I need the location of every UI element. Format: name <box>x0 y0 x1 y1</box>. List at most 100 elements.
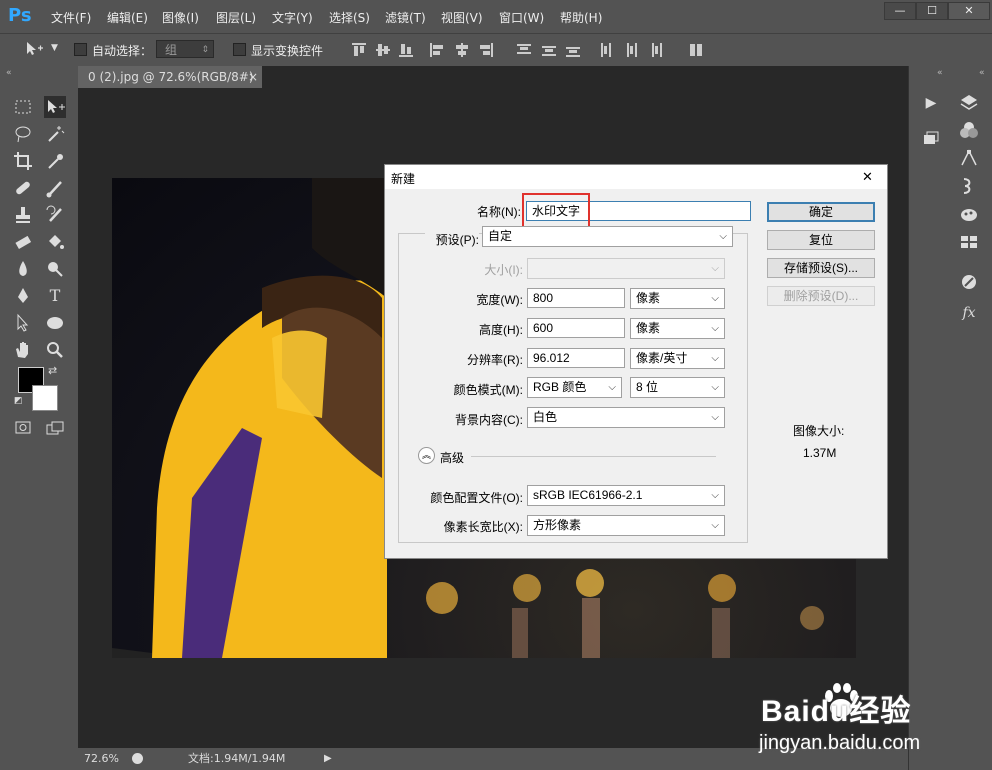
swap-colors-icon[interactable]: ⇄ <box>48 364 57 377</box>
expand-panels-icon-2[interactable]: « <box>979 68 985 78</box>
blur-tool-icon[interactable] <box>12 258 34 280</box>
pixel-aspect-select[interactable]: 方形像素 ⌵ <box>527 515 725 536</box>
chevron-down-icon: ⌵ <box>711 323 719 334</box>
distribute-vcenter-icon[interactable] <box>542 43 556 57</box>
color-palette-icon[interactable] <box>957 204 981 226</box>
history-icon[interactable] <box>919 130 943 152</box>
chevron-down-icon: ⌵ <box>711 490 719 501</box>
move-tool-preset-icon[interactable] <box>22 38 44 60</box>
width-label: 宽度(W): <box>476 293 523 307</box>
minimize-button[interactable]: — <box>884 2 916 20</box>
background-color-swatch[interactable] <box>32 385 58 411</box>
watermark-url: jingyan.baidu.com <box>759 732 921 754</box>
play-action-icon[interactable]: ▶ <box>919 92 943 114</box>
background-contents-select[interactable]: 白色 ⌵ <box>527 407 725 428</box>
clone-stamp-tool-icon[interactable] <box>12 204 34 226</box>
zoom-tool-icon[interactable] <box>44 339 66 361</box>
menu-filter[interactable]: 滤镜(T) <box>385 9 426 26</box>
paths-icon[interactable] <box>957 148 981 170</box>
preset-select[interactable]: 自定 ⌵ <box>482 226 733 247</box>
auto-select-combo[interactable]: 组 ⇕ <box>156 40 214 58</box>
reset-button[interactable]: 复位 <box>767 230 875 250</box>
menu-layer[interactable]: 图层(L) <box>216 9 256 26</box>
layers-icon[interactable] <box>957 92 981 114</box>
auto-align-icon[interactable] <box>689 43 703 57</box>
swatches-icon[interactable] <box>957 232 981 254</box>
menu-edit[interactable]: 编辑(E) <box>107 9 148 26</box>
align-hcenter-icon[interactable] <box>455 43 469 57</box>
history-brush-tool-icon[interactable] <box>44 204 66 226</box>
navigator-icon[interactable] <box>957 272 981 294</box>
resolution-label: 分辨率(R): <box>467 353 523 367</box>
pen-tool-icon[interactable] <box>12 285 34 307</box>
distribute-left-icon[interactable] <box>600 43 614 57</box>
crop-tool-icon[interactable] <box>12 150 34 172</box>
menu-select[interactable]: 选择(S) <box>329 9 370 26</box>
eraser-tool-icon[interactable] <box>12 231 34 253</box>
menu-type[interactable]: 文字(Y) <box>272 9 313 26</box>
type-tool-icon[interactable]: T <box>44 285 66 307</box>
height-input[interactable]: 600 <box>527 318 625 338</box>
ok-button[interactable]: 确定 <box>767 202 875 222</box>
distribute-hcenter-icon[interactable] <box>624 43 638 57</box>
screen-mode-icon[interactable] <box>44 417 66 439</box>
width-input[interactable]: 800 <box>527 288 625 308</box>
document-tab[interactable]: 0 (2).jpg @ 72.6%(RGB/8#) * × <box>78 66 262 106</box>
align-bottom-icon[interactable] <box>399 43 413 57</box>
align-left-icon[interactable] <box>430 43 444 57</box>
channels-icon[interactable] <box>957 120 981 142</box>
color-profile-select[interactable]: sRGB IEC61966-2.1 ⌵ <box>527 485 725 506</box>
menu-image[interactable]: 图像(I) <box>162 9 199 26</box>
healing-brush-tool-icon[interactable] <box>12 177 34 199</box>
eyedropper-tool-icon[interactable] <box>44 150 66 172</box>
show-transform-checkbox[interactable] <box>233 43 246 56</box>
advanced-toggle-icon[interactable]: ︽ <box>418 447 435 464</box>
info-icon[interactable] <box>132 753 143 764</box>
adjustments-icon[interactable] <box>957 176 981 198</box>
marquee-tool-icon[interactable] <box>12 96 34 118</box>
collapse-panel-icon[interactable]: « <box>6 68 12 78</box>
default-colors-icon[interactable]: ◩ <box>14 396 23 406</box>
delete-preset-button[interactable]: 删除预设(D)... <box>767 286 875 306</box>
chevron-down-icon[interactable]: ▼ <box>51 43 58 53</box>
align-right-icon[interactable] <box>479 43 493 57</box>
move-tool-icon[interactable] <box>44 96 66 118</box>
dialog-close-icon[interactable]: ✕ <box>862 169 873 185</box>
align-top-icon[interactable] <box>352 43 366 57</box>
distribute-right-icon[interactable] <box>648 43 662 57</box>
menu-file[interactable]: 文件(F) <box>51 9 91 26</box>
path-selection-tool-icon[interactable] <box>12 312 34 334</box>
menu-window[interactable]: 窗口(W) <box>499 9 544 26</box>
ellipse-tool-icon[interactable] <box>44 312 66 334</box>
width-unit-select[interactable]: 像素 ⌵ <box>630 288 725 309</box>
color-mode-select[interactable]: RGB 颜色 ⌵ <box>527 377 622 398</box>
expand-panels-icon[interactable]: « <box>937 68 943 78</box>
save-preset-button[interactable]: 存储预设(S)... <box>767 258 875 278</box>
height-unit-select[interactable]: 像素 ⌵ <box>630 318 725 339</box>
close-window-button[interactable]: ✕ <box>948 2 990 20</box>
distribute-bottom-icon[interactable] <box>566 43 580 57</box>
show-transform-label: 显示变换控件 <box>251 44 324 58</box>
resolution-input[interactable]: 96.012 <box>527 348 625 368</box>
lasso-tool-icon[interactable] <box>12 123 34 145</box>
menu-help[interactable]: 帮助(H) <box>560 9 602 26</box>
paint-bucket-tool-icon[interactable] <box>44 231 66 253</box>
menu-view[interactable]: 视图(V) <box>441 9 483 26</box>
close-tab-icon[interactable]: × <box>248 66 258 88</box>
align-vcenter-icon[interactable] <box>376 43 390 57</box>
zoom-level[interactable]: 72.6% <box>84 748 119 770</box>
quick-mask-icon[interactable] <box>12 417 34 439</box>
distribute-top-icon[interactable] <box>517 43 531 57</box>
bit-depth-select[interactable]: 8 位 ⌵ <box>630 377 725 398</box>
status-menu-arrow-icon[interactable]: ▶ <box>324 748 332 770</box>
dodge-tool-icon[interactable] <box>44 258 66 280</box>
advanced-label[interactable]: 高级 <box>440 449 464 466</box>
hand-tool-icon[interactable] <box>12 339 34 361</box>
auto-select-checkbox[interactable] <box>74 43 87 56</box>
resolution-unit-select[interactable]: 像素/英寸 ⌵ <box>630 348 725 369</box>
maximize-button[interactable]: ☐ <box>916 2 948 20</box>
size-select[interactable]: ⌵ <box>527 258 725 279</box>
styles-fx-icon[interactable]: fx <box>957 302 981 324</box>
brush-tool-icon[interactable] <box>44 177 66 199</box>
magic-wand-tool-icon[interactable] <box>44 123 66 145</box>
